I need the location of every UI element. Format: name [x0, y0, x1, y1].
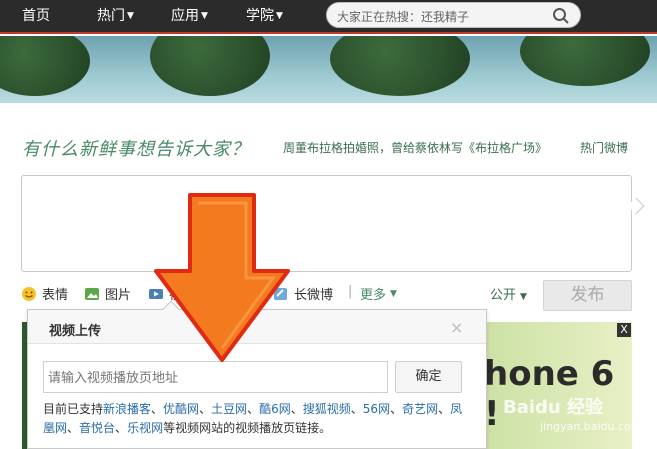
site-link-sohu[interactable]: 搜狐视频	[303, 402, 351, 416]
emoji-label: 表情	[42, 288, 69, 303]
chevron-down-icon: ▼	[127, 11, 134, 21]
more-label: 更多	[360, 288, 387, 303]
nav-apps-label: 应用	[171, 8, 199, 24]
top-nav: 首页 热门 ▼ 应用 ▼ 学院 ▼ 大家正在热搜：还我精子	[0, 0, 657, 34]
chevron-down-icon: ▼	[201, 11, 208, 21]
site-link-qiyi[interactable]: 奇艺网	[402, 402, 438, 416]
search-icon[interactable]	[552, 7, 570, 25]
support-prefix: 目前已支持	[43, 402, 104, 416]
search-input[interactable]: 大家正在热搜：还我精子	[337, 8, 469, 25]
publish-button[interactable]: 发布	[543, 280, 632, 311]
visibility-dropdown[interactable]: 公开 ▼	[490, 284, 527, 303]
ad-close-button[interactable]: X	[617, 323, 631, 337]
site-link-tudou[interactable]: 土豆网	[211, 402, 247, 416]
toolbar-separator: |	[348, 284, 353, 299]
long-weibo-label: 长微博	[294, 288, 334, 303]
emoji-button[interactable]: 表情	[21, 284, 68, 303]
nav-hot-label: 热门	[97, 8, 125, 24]
smiley-icon	[22, 286, 36, 301]
confirm-button[interactable]: 确定	[395, 361, 462, 393]
site-link-yinyuetai[interactable]: 音悦台	[79, 421, 115, 435]
post-textarea[interactable]	[21, 175, 632, 272]
chevron-down-icon: ▼	[390, 288, 397, 299]
arrow-down-icon	[154, 193, 290, 362]
close-icon[interactable]: ×	[450, 318, 463, 337]
visibility-label: 公开	[490, 288, 517, 303]
hot-topic-link[interactable]: 周董布拉格拍婚照，曾给蔡依林写《布拉格广场》	[283, 139, 547, 156]
chevron-down-icon: ▼	[520, 292, 527, 302]
site-link-sina[interactable]: 新浪播客	[103, 402, 151, 416]
nav-college-label: 学院	[246, 8, 274, 24]
site-link-letv[interactable]: 乐视网	[127, 421, 163, 435]
chevron-down-icon: ▼	[276, 11, 283, 21]
compose-prompt: 有什么新鲜事想告诉大家？	[22, 139, 250, 160]
baidu-watermark-url: jingyan.baidu.com	[540, 420, 642, 433]
nav-home[interactable]: 首页	[22, 7, 50, 25]
nav-college[interactable]: 学院 ▼	[246, 7, 283, 25]
more-button[interactable]: 更多 ▼	[360, 284, 397, 303]
site-link-56[interactable]: 56网	[363, 402, 390, 416]
baidu-watermark: Baidu 经验	[503, 397, 604, 418]
popup-title: 视频上传	[49, 324, 102, 339]
site-link-ku6[interactable]: 酷6网	[259, 402, 291, 416]
video-url-input[interactable]	[43, 361, 388, 393]
supported-sites-text: 目前已支持新浪播客、优酷网、土豆网、酷6网、搜狐视频、56网、奇艺网、凤凰网、音…	[43, 402, 463, 435]
support-suffix: 等视频网站的视频播放页链接。	[163, 421, 332, 435]
site-link-youku[interactable]: 优酷网	[163, 402, 199, 416]
hot-weibo-link[interactable]: 热门微博	[580, 139, 628, 156]
image-label: 图片	[105, 288, 132, 303]
nav-apps[interactable]: 应用 ▼	[171, 7, 208, 25]
image-icon	[85, 287, 99, 300]
header-banner	[0, 36, 657, 103]
image-button[interactable]: 图片	[84, 284, 131, 303]
search-box[interactable]: 大家正在热搜：还我精子	[326, 2, 581, 28]
nav-hot[interactable]: 热门 ▼	[97, 7, 134, 25]
